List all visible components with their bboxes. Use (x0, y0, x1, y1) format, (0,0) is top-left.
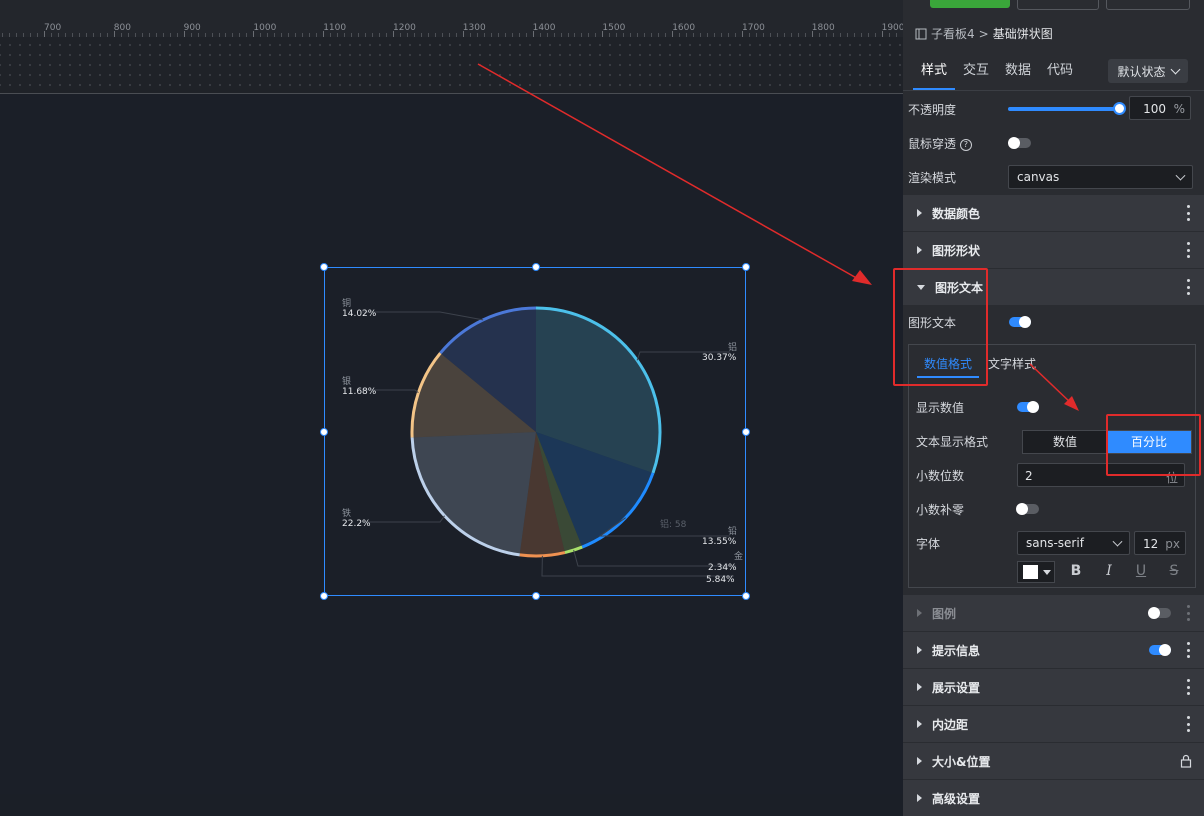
render-mode-label: 渲染模式 (908, 169, 956, 186)
opacity-value: 100 (1143, 102, 1166, 116)
font-family-value: sans-serif (1026, 536, 1084, 550)
annotation-box-text-section (893, 268, 988, 386)
resize-handle-t[interactable] (532, 263, 540, 271)
section-data-color-label: 数据颜色 (932, 205, 980, 222)
font-size-input[interactable]: 12 px (1134, 531, 1186, 555)
panel-tabs: 样式 交互 数据 代码 (913, 62, 1081, 90)
annotation-box-percent (1106, 414, 1201, 476)
publish-button[interactable] (1106, 0, 1190, 10)
color-swatch (1023, 565, 1038, 579)
selection-box[interactable] (324, 267, 746, 596)
opacity-label: 不透明度 (908, 101, 956, 118)
mouse-through-label: 鼠标穿透 ? (908, 135, 972, 152)
tab-interaction[interactable]: 交互 (955, 62, 997, 90)
format-option-value[interactable]: 数值 (1023, 431, 1107, 453)
underline-button[interactable]: U (1133, 563, 1149, 579)
font-label: 字体 (916, 535, 940, 552)
tab-style[interactable]: 样式 (913, 62, 955, 90)
help-icon[interactable]: ? (960, 139, 972, 151)
mouse-through-toggle[interactable] (1009, 138, 1031, 148)
text-toggle[interactable] (1009, 317, 1031, 327)
legend-toggle[interactable] (1149, 608, 1171, 618)
annotation-arrowhead (852, 270, 872, 285)
chevron-down-icon (1043, 570, 1051, 575)
section-legend-label: 图例 (932, 605, 956, 622)
more-icon[interactable] (1187, 242, 1190, 258)
strikethrough-button[interactable]: S (1166, 563, 1182, 579)
font-color-picker[interactable] (1017, 561, 1055, 583)
breadcrumb-parent[interactable]: 子看板4 (931, 25, 975, 42)
section-padding-label: 内边距 (932, 716, 968, 733)
show-value-label: 显示数值 (916, 399, 964, 416)
state-select[interactable]: 默认状态 (1108, 59, 1188, 83)
opacity-slider-track[interactable] (1008, 107, 1120, 111)
breadcrumb: 子看板4 > 基础饼状图 (915, 25, 1053, 42)
decimals-value: 2 (1025, 469, 1033, 483)
preview-button[interactable] (1017, 0, 1099, 10)
opacity-input[interactable]: 100 % (1129, 96, 1191, 120)
resize-handle-br[interactable] (742, 592, 750, 600)
more-icon[interactable] (1187, 679, 1190, 695)
resize-handle-tl[interactable] (320, 263, 328, 271)
subtab-text-style[interactable]: 文字样式 (988, 355, 1036, 372)
more-icon[interactable] (1187, 279, 1190, 295)
pad-zero-toggle[interactable] (1017, 504, 1039, 514)
resize-handle-bl[interactable] (320, 592, 328, 600)
breadcrumb-separator: > (979, 27, 989, 41)
run-button[interactable] (930, 0, 1010, 8)
board-icon (915, 28, 927, 40)
section-tooltip[interactable]: 提示信息 (903, 631, 1204, 668)
section-padding[interactable]: 内边距 (903, 705, 1204, 742)
resize-handle-r[interactable] (742, 428, 750, 436)
section-shape-label: 图形形状 (932, 242, 980, 259)
more-icon[interactable] (1187, 716, 1190, 732)
resize-handle-tr[interactable] (742, 263, 750, 271)
render-mode-value: canvas (1017, 170, 1059, 184)
chevron-down-icon (1170, 64, 1180, 74)
breadcrumb-current: 基础饼状图 (993, 25, 1053, 42)
font-size-unit: px (1165, 537, 1180, 551)
more-icon[interactable] (1187, 642, 1190, 658)
tab-code[interactable]: 代码 (1039, 62, 1081, 90)
lock-icon[interactable] (1180, 754, 1192, 768)
decimals-label: 小数位数 (916, 467, 964, 484)
section-legend[interactable]: 图例 (903, 594, 1204, 631)
font-size-value: 12 (1143, 537, 1158, 551)
mouse-through-text: 鼠标穿透 (908, 137, 956, 151)
render-mode-select[interactable]: canvas (1008, 165, 1193, 189)
section-display-label: 展示设置 (932, 679, 980, 696)
property-panel: 子看板4 > 基础饼状图 样式 交互 数据 代码 默认状态 不透明度 100 %… (903, 0, 1204, 794)
section-data-color[interactable]: 数据颜色 (903, 194, 1204, 231)
resize-handle-l[interactable] (320, 428, 328, 436)
resize-handle-b[interactable] (532, 592, 540, 600)
opacity-unit: % (1174, 102, 1185, 116)
section-size-position-label: 大小&位置 (932, 753, 990, 770)
section-display[interactable]: 展示设置 (903, 668, 1204, 705)
format-label: 文本显示格式 (916, 433, 988, 450)
section-advanced[interactable]: 高级设置 (903, 779, 1204, 816)
tooltip-toggle[interactable] (1149, 645, 1171, 655)
tab-data[interactable]: 数据 (997, 62, 1039, 90)
state-select-value: 默认状态 (1117, 63, 1165, 80)
italic-button[interactable]: I (1101, 563, 1117, 579)
font-family-select[interactable]: sans-serif (1017, 531, 1130, 555)
section-shape[interactable]: 图形形状 (903, 231, 1204, 268)
more-icon[interactable] (1187, 605, 1190, 621)
section-advanced-label: 高级设置 (932, 790, 980, 807)
opacity-slider-knob[interactable] (1113, 102, 1126, 115)
bold-button[interactable]: B (1068, 563, 1084, 579)
more-icon[interactable] (1187, 205, 1190, 221)
section-size-position[interactable]: 大小&位置 (903, 742, 1204, 779)
show-value-toggle[interactable] (1017, 402, 1039, 412)
section-tooltip-label: 提示信息 (932, 642, 980, 659)
pad-zero-label: 小数补零 (916, 501, 964, 518)
annotation-arrow (478, 64, 860, 280)
